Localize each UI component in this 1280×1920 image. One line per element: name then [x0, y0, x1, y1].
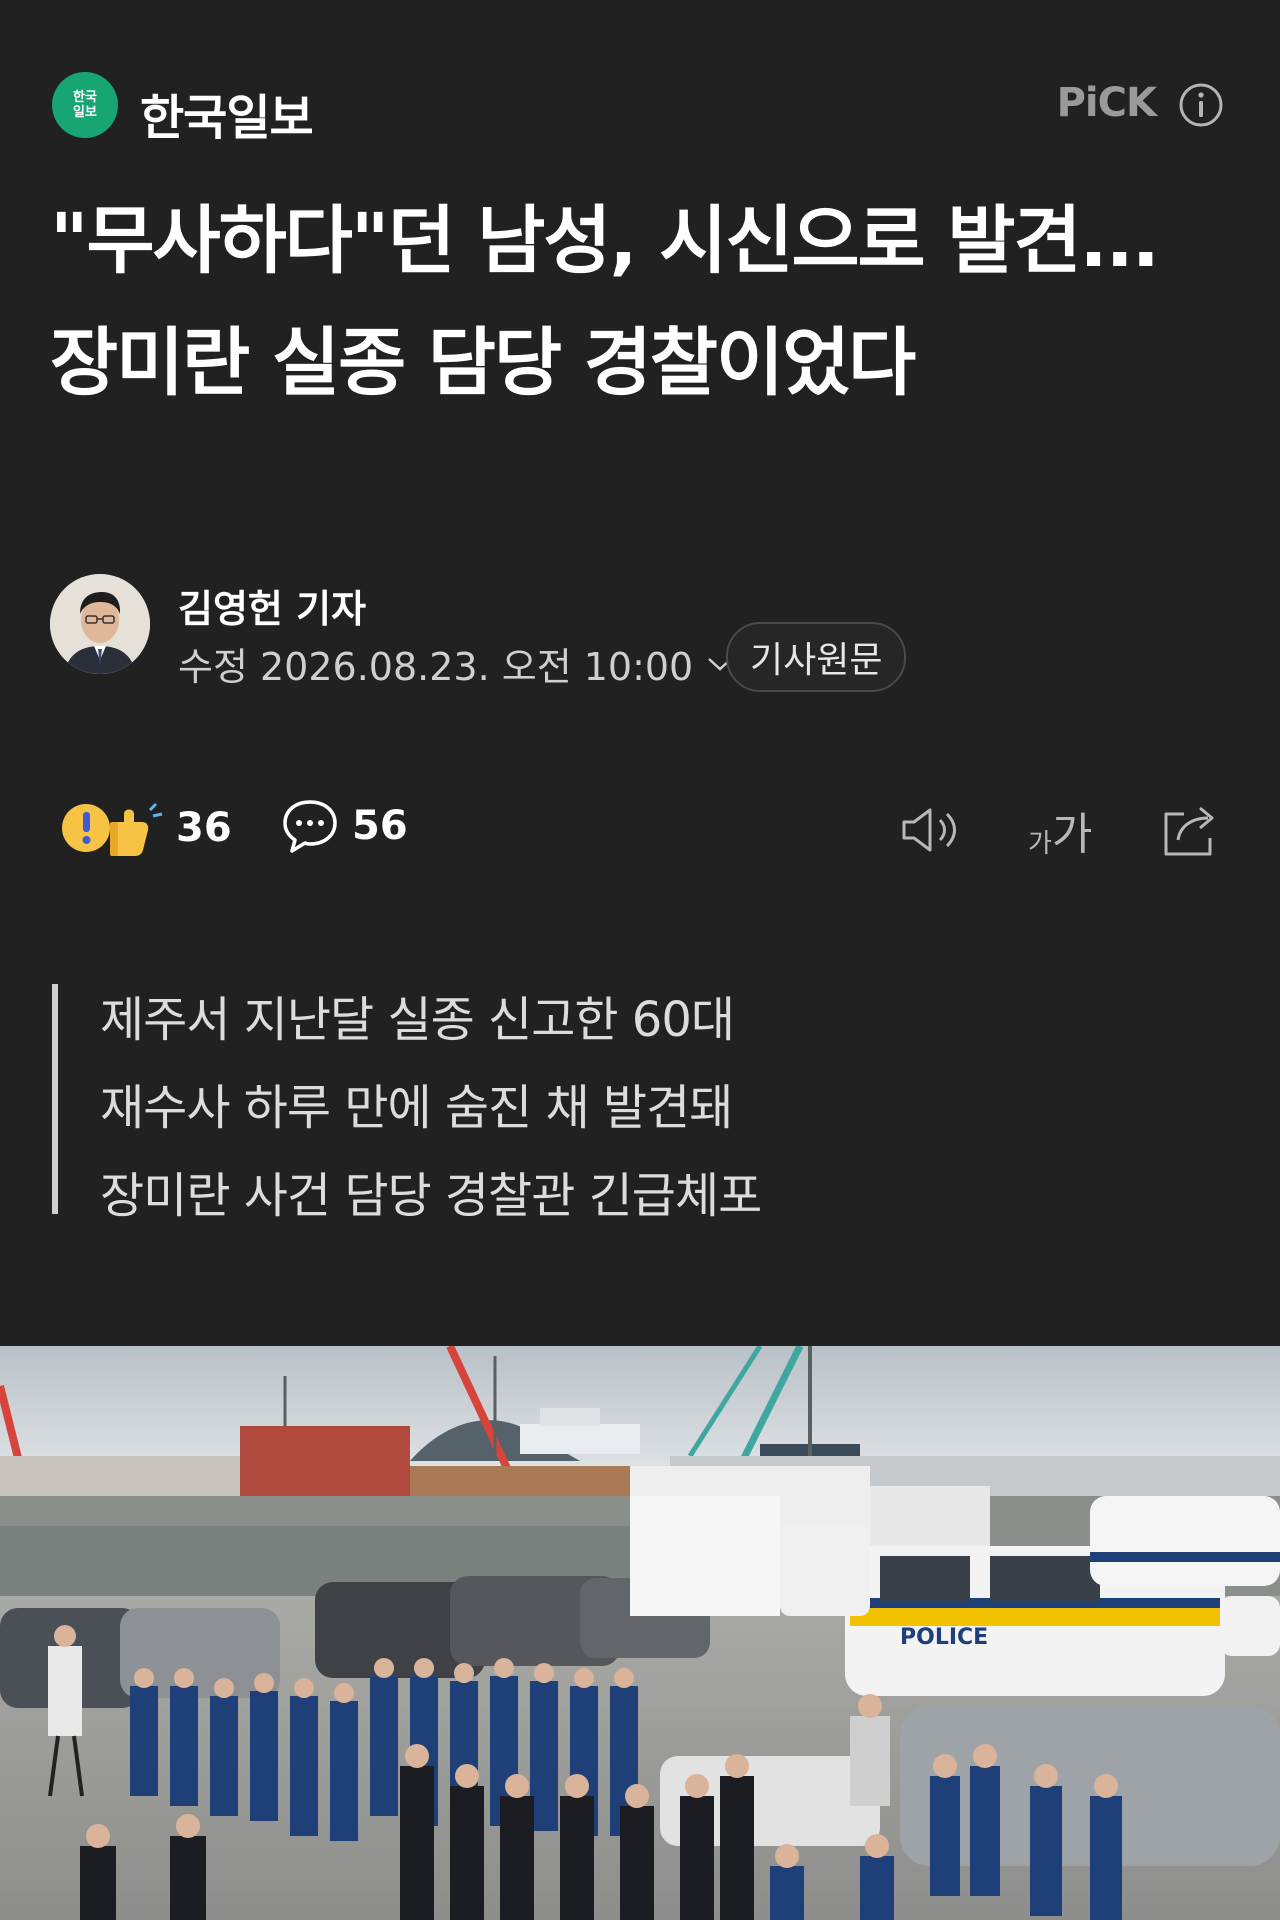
reaction-count: 36	[176, 805, 232, 851]
share-icon[interactable]	[1158, 800, 1222, 860]
article-headline: "무사하다"던 남성, 시신으로 발견... 장미란 실종 담당 경찰이었다	[50, 198, 1160, 406]
brand-logo-badge[interactable]: 한국 일보	[52, 72, 118, 138]
reaction-button[interactable]: 36	[60, 796, 232, 860]
summary-line: 재수사 하루 만에 숨진 채 발견돼	[100, 1080, 733, 1136]
brand-name[interactable]: 한국일보	[140, 78, 314, 148]
original-article-button[interactable]: 기사원문	[726, 622, 907, 692]
summary-line: 장미란 사건 담당 경찰관 긴급체포	[100, 1168, 762, 1224]
van-police-text: POLICE	[900, 1625, 988, 1650]
article-photo[interactable]: POLICE	[0, 1346, 1280, 1920]
reporter-name[interactable]: 김영헌 기자	[178, 578, 366, 633]
date-label: 수정 2026.08.23. 오전 10:00	[178, 645, 694, 689]
reaction-icon	[62, 802, 163, 856]
comment-icon	[283, 800, 337, 853]
reporter-avatar[interactable]	[50, 574, 150, 674]
font-size-button[interactable]: 가 가	[1028, 800, 1108, 860]
date-dropdown[interactable]: 수정 2026.08.23. 오전 10:00	[178, 636, 735, 691]
info-circle-icon[interactable]	[1178, 82, 1224, 128]
audio-icon[interactable]	[898, 800, 962, 860]
comment-count: 56	[352, 803, 408, 849]
article-summary: 제주서 지난달 실종 신고한 60대 재수사 하루 만에 숨진 채 발견돼 장미…	[52, 984, 1158, 1224]
summary-line: 제주서 지난달 실종 신고한 60대	[100, 992, 735, 1048]
app-header: 한국 일보 한국일보 PiCK	[52, 72, 1224, 146]
action-bar: 36 56 가 가	[60, 796, 1224, 866]
font-size-large-label: 가	[1051, 809, 1093, 860]
police-gathering-photo: POLICE	[0, 1346, 1280, 1920]
comment-button[interactable]: 56	[280, 796, 408, 856]
reporter-photo	[50, 574, 150, 674]
pick-label: PiCK	[1056, 80, 1157, 126]
author-block: 김영헌 기자 수정 2026.08.23. 오전 10:00 기사원문	[50, 574, 1230, 694]
font-size-small-label: 가	[1028, 829, 1052, 859]
